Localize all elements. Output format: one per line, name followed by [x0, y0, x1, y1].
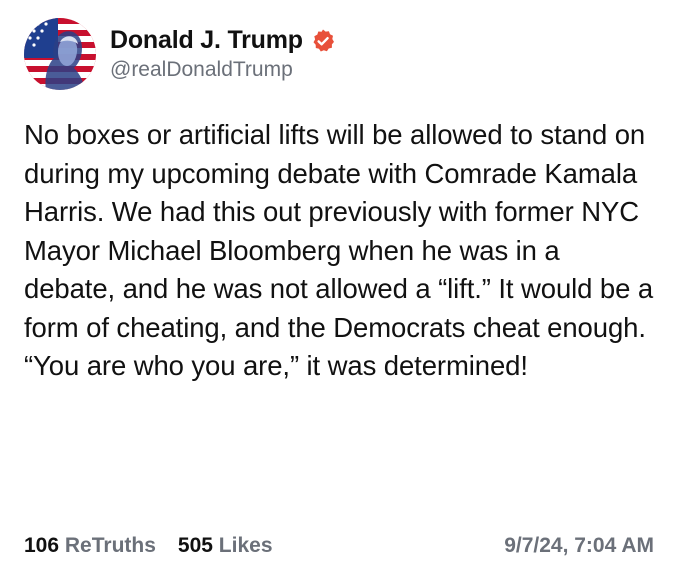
retruths-stat[interactable]: 106 ReTruths [24, 534, 156, 558]
likes-count: 505 [177, 534, 213, 557]
author-info: Donald J. Trump @realDonaldTrump [110, 26, 336, 82]
likes-label: Likes [218, 534, 273, 557]
post-header: Donald J. Trump @realDonaldTrump [24, 18, 336, 90]
post-footer: 106 ReTruths 505 Likes 9/7/24, 7:04 AM [24, 534, 654, 558]
author-display-name[interactable]: Donald J. Trump [110, 26, 303, 55]
author-handle[interactable]: @realDonaldTrump [110, 58, 336, 82]
verified-badge-icon [310, 28, 336, 54]
post-text: No boxes or artificial lifts will be all… [24, 119, 654, 381]
retruths-label: ReTruths [64, 534, 156, 557]
flag-portrait-icon [24, 18, 96, 90]
post-timestamp: 9/7/24, 7:04 AM [504, 534, 654, 557]
avatar[interactable] [24, 18, 96, 90]
retruths-count: 106 [24, 534, 60, 557]
likes-stat[interactable]: 505 Likes [178, 534, 273, 558]
name-row: Donald J. Trump [110, 26, 336, 55]
